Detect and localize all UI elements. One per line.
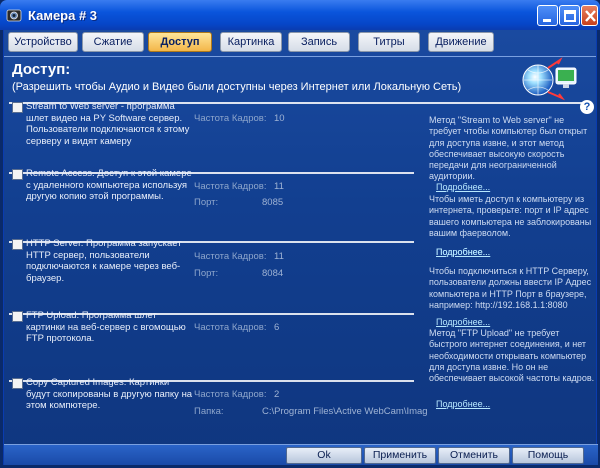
page-subtitle: (Разрешить чтобы Аудио и Видео были дост… <box>12 81 462 93</box>
section-description: Remote Access. Доступ к этой камере с уд… <box>26 168 192 203</box>
tab-bar: Устройство Сжатие Доступ Картинка Запись… <box>8 32 594 56</box>
section-note: Чтобы подключиться к HTTP Серверу, польз… <box>429 266 592 310</box>
framerate-value[interactable]: 11 <box>274 181 284 192</box>
framerate-value[interactable]: 2 <box>274 389 279 400</box>
tab-access[interactable]: Доступ <box>148 32 212 52</box>
maximize-icon <box>564 10 576 22</box>
section-description: Copy Captured Images. Картинки будут ско… <box>26 377 193 412</box>
network-globe-logo-icon <box>522 57 577 101</box>
tab-underline <box>4 56 596 57</box>
section-note: Метод "Stream to Web server" не требует … <box>429 115 588 182</box>
camera-app-icon <box>6 9 22 22</box>
tab-record[interactable]: Запись <box>288 32 350 52</box>
framerate-label: Частота Кадров: <box>194 181 267 192</box>
button-bar: Ok Применить Отменить Помощь <box>4 444 598 465</box>
close-button[interactable] <box>581 5 598 26</box>
section-description: HTTP Server. Программа запускает HTTP се… <box>26 238 182 284</box>
more-link[interactable]: Подробнее... <box>436 317 490 327</box>
minimize-icon <box>543 19 551 22</box>
more-link[interactable]: Подробнее... <box>436 399 490 409</box>
framerate-label: Частота Кадров: <box>194 113 267 124</box>
help-icon[interactable]: ? <box>580 100 594 114</box>
cancel-button[interactable]: Отменить <box>438 447 510 464</box>
http-server-checkbox[interactable] <box>12 239 23 250</box>
folder-label: Папка: <box>194 406 224 417</box>
port-label: Порт: <box>194 268 219 279</box>
ftp-upload-checkbox[interactable] <box>12 311 23 322</box>
remote-access-checkbox[interactable] <box>12 169 23 180</box>
section-note: Метод "FTP Upload" не требует быстрого и… <box>429 328 595 384</box>
framerate-value[interactable]: 10 <box>274 113 285 124</box>
dialog-panel: Устройство Сжатие Доступ Картинка Запись… <box>3 30 598 465</box>
help-button[interactable]: Помощь <box>512 447 584 464</box>
section-note: Чтобы иметь доступ к компьютеру из интер… <box>429 194 592 238</box>
section-description: Stream to Web server - программа шлет ви… <box>26 101 190 147</box>
stream-to-web-checkbox[interactable] <box>12 102 23 113</box>
port-value[interactable]: 8084 <box>262 268 283 279</box>
window-title: Камера # 3 <box>28 8 98 23</box>
section-description: FTP Upload. Программа шлет картинки на в… <box>26 310 186 345</box>
more-link[interactable]: Подробнее... <box>436 247 490 257</box>
port-label: Порт: <box>194 197 219 208</box>
tab-picture[interactable]: Картинка <box>220 32 282 52</box>
apply-button[interactable]: Применить <box>364 447 436 464</box>
folder-path-field[interactable]: C:\Program Files\Active WebCam\Imag <box>262 406 428 417</box>
framerate-value[interactable]: 11 <box>274 251 284 262</box>
tab-compression[interactable]: Сжатие <box>82 32 144 52</box>
tab-device[interactable]: Устройство <box>8 32 78 52</box>
port-value[interactable]: 8085 <box>262 197 283 208</box>
framerate-value[interactable]: 6 <box>274 322 279 333</box>
maximize-button[interactable] <box>559 5 580 26</box>
tab-titles[interactable]: Титры <box>358 32 420 52</box>
ok-button[interactable]: Ok <box>286 447 362 464</box>
framerate-label: Частота Кадров: <box>194 251 267 262</box>
minimize-button[interactable] <box>537 5 558 26</box>
page-title: Доступ: <box>12 61 71 78</box>
tab-motion[interactable]: Движение <box>428 32 494 52</box>
title-bar: Камера # 3 <box>0 0 600 30</box>
more-link[interactable]: Подробнее... <box>436 182 490 192</box>
framerate-label: Частота Кадров: <box>194 322 267 333</box>
framerate-label: Частота Кадров: <box>194 389 267 400</box>
close-icon <box>585 10 596 22</box>
copy-images-checkbox[interactable] <box>12 378 23 389</box>
